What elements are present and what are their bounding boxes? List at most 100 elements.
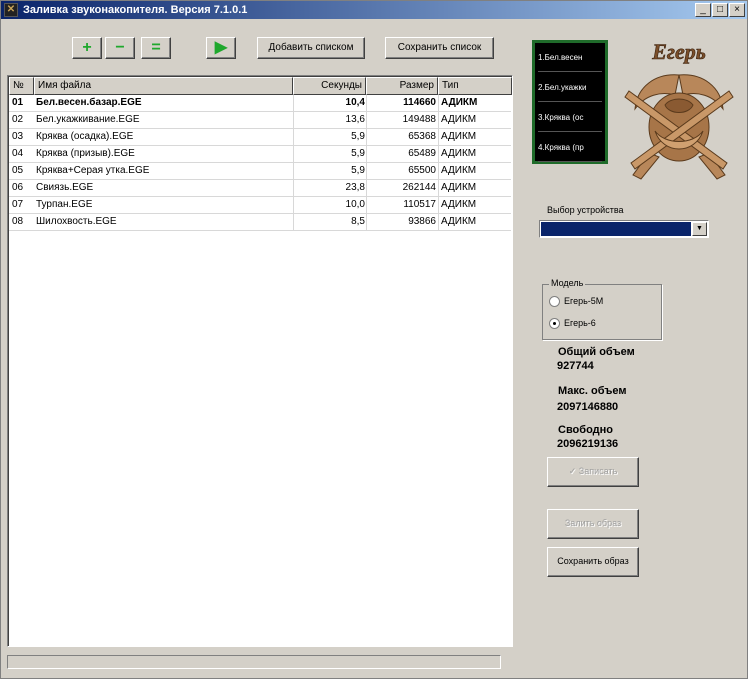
model-radio-egersm[interactable] [549, 296, 560, 307]
slot-3[interactable]: 3.Кряква (ос [538, 105, 602, 132]
checkmark-icon: ✓ [568, 466, 577, 476]
device-slots-panel: 1.Бел.весен 2.Бел.укажки 3.Кряква (ос 4.… [532, 40, 608, 164]
table-row[interactable]: 01 Бел.весен.базар.EGE 10,4 114660 АДИКМ [9, 95, 511, 112]
table-row[interactable]: 06 Свиязь.EGE 23,8 262144 АДИКМ [9, 180, 511, 197]
minus-icon: − [115, 39, 125, 56]
cell-seconds: 8,5 [351, 216, 365, 227]
cell-seconds: 5,9 [351, 148, 365, 159]
free-volume-title: Свободно [558, 424, 613, 436]
cell-num: 05 [12, 165, 24, 176]
cell-name: Свиязь.EGE [36, 182, 94, 193]
column-header-type[interactable]: Тип [438, 77, 512, 95]
write-button[interactable]: ✓ Записать [547, 457, 639, 487]
cell-size: 93866 [408, 216, 436, 227]
maximize-button[interactable]: □ [712, 3, 728, 17]
slot-4[interactable]: 4.Кряква (пр [538, 135, 602, 162]
cell-seconds: 10,0 [345, 199, 365, 210]
save-image-button[interactable]: Сохранить образ [547, 547, 639, 577]
cell-size: 262144 [402, 182, 436, 193]
cell-name: Кряква (осадка).EGE [36, 131, 134, 142]
model-radio-eger6[interactable] [549, 318, 560, 329]
cell-size: 110517 [403, 199, 436, 210]
slot-2[interactable]: 2.Бел.укажки [538, 75, 602, 102]
emblem-title: Егерь [651, 39, 706, 64]
equal-icon: = [151, 39, 161, 56]
table-row[interactable]: 04 Кряква (призыв).EGE 5,9 65489 АДИКМ [9, 146, 511, 163]
table-row[interactable]: 02 Бел.укажкивание.EGE 13,6 149488 АДИКМ [9, 112, 511, 129]
save-list-button[interactable]: Сохранить список [385, 37, 494, 59]
chevron-down-icon[interactable]: ▼ [692, 222, 707, 236]
table-row[interactable]: 03 Кряква (осадка).EGE 5,9 65368 АДИКМ [9, 129, 511, 146]
cell-num: 06 [12, 182, 24, 193]
total-volume-title: Общий объем [558, 346, 635, 358]
write-label: Записать [578, 466, 618, 476]
title-bar: ✕ Заливка звуконакопителя. Версия 7.1.0.… [1, 1, 747, 19]
file-list[interactable]: № Имя файла Секунды Размер Тип 01 Бел.ве… [7, 75, 513, 647]
cell-size: 65500 [408, 165, 436, 176]
save-image-label: Сохранить образ [557, 556, 629, 566]
model-legend: Модель [549, 278, 586, 288]
cell-num: 08 [12, 216, 24, 227]
cell-seconds: 5,9 [351, 165, 365, 176]
play-icon: ▶ [214, 39, 228, 56]
cell-name: Бел.укажкивание.EGE [36, 114, 140, 125]
cell-num: 03 [12, 131, 24, 142]
slot-1[interactable]: 1.Бел.весен [538, 45, 602, 72]
table-row[interactable]: 07 Турпан.EGE 10,0 110517 АДИКМ [9, 197, 511, 214]
cell-seconds: 23,8 [345, 182, 365, 193]
read-image-label: Залить образ [564, 518, 622, 528]
table-row[interactable]: 08 Шилохвость.EGE 8,5 93866 АДИКМ [9, 214, 511, 231]
cell-type: АДИКМ [441, 199, 477, 210]
cell-name: Кряква+Серая утка.EGE [36, 165, 150, 176]
model-option-label[interactable]: Егерь-5М [564, 296, 603, 306]
cell-type: АДИКМ [441, 216, 477, 227]
cell-name: Бел.весен.базар.EGE [36, 97, 142, 108]
add-file-button[interactable]: + [72, 37, 102, 59]
device-select[interactable]: ▼ [539, 220, 709, 238]
cell-num: 01 [12, 97, 24, 108]
app-logo-icon: ✕ [4, 3, 18, 17]
column-header-name[interactable]: Имя файла [34, 77, 293, 95]
column-header-seconds[interactable]: Секунды [293, 77, 366, 95]
cell-size: 149488 [402, 114, 436, 125]
cell-size: 114660 [403, 97, 436, 108]
write-button-label: ✓ Записать [548, 466, 638, 477]
max-volume-value: 2097146880 [557, 401, 619, 413]
cell-name: Шилохвость.EGE [36, 216, 117, 227]
plus-icon: + [82, 39, 92, 56]
cell-size: 65489 [408, 148, 436, 159]
read-image-button[interactable]: Залить образ [547, 509, 639, 539]
cell-type: АДИКМ [441, 97, 478, 108]
remove-file-button[interactable]: − [105, 37, 135, 59]
crossed-rifles-emblem-icon: Егерь [624, 39, 734, 180]
add-list-button[interactable]: Добавить списком [257, 37, 365, 59]
cell-seconds: 13,6 [345, 114, 365, 125]
cell-name: Турпан.EGE [36, 199, 93, 210]
table-row[interactable]: 05 Кряква+Серая утка.EGE 5,9 65500 АДИКМ [9, 163, 511, 180]
cell-type: АДИКМ [441, 165, 477, 176]
cell-type: АДИКМ [441, 114, 477, 125]
device-label: Выбор устройства [547, 205, 624, 215]
cell-seconds: 10,4 [345, 97, 365, 108]
cell-size: 65368 [408, 131, 436, 142]
cell-num: 07 [12, 199, 24, 210]
cell-type: АДИКМ [441, 148, 477, 159]
main-window: ✕ Заливка звуконакопителя. Версия 7.1.0.… [0, 0, 748, 679]
cell-type: АДИКМ [441, 182, 477, 193]
column-header-num[interactable]: № [9, 77, 34, 95]
column-header-size[interactable]: Размер [366, 77, 438, 95]
play-button[interactable]: ▶ [206, 37, 236, 59]
close-button[interactable]: × [729, 3, 745, 17]
cell-type: АДИКМ [441, 131, 477, 142]
cell-name: Кряква (призыв).EGE [36, 148, 135, 159]
max-volume-title: Макс. объем [558, 385, 627, 397]
total-volume-value: 927744 [557, 360, 594, 372]
minimize-button[interactable]: _ [695, 3, 711, 17]
free-volume-value: 2096219136 [557, 438, 619, 450]
model-option-label[interactable]: Егерь-6 [564, 318, 596, 328]
cell-num: 04 [12, 148, 24, 159]
clear-list-button[interactable]: = [141, 37, 171, 59]
status-bar [7, 655, 501, 669]
cell-num: 02 [12, 114, 24, 125]
device-selected-value [541, 222, 691, 236]
